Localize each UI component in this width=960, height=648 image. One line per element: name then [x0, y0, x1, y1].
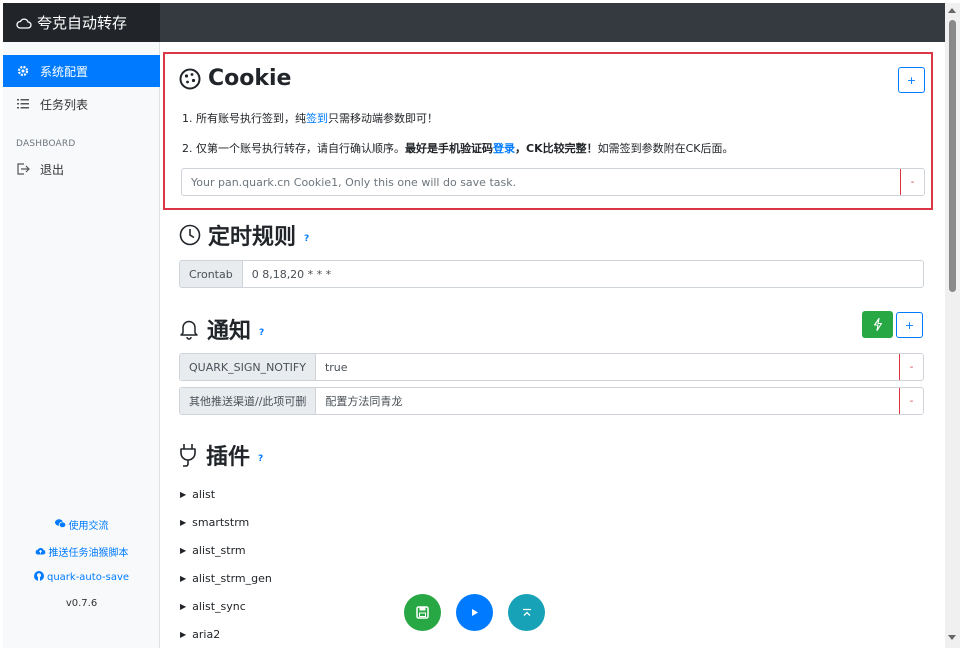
cookie-note-2-end: 如需签到参数附在CK后面。 — [597, 142, 734, 155]
notify-key: QUARK_SIGN_NOTIFY — [180, 354, 316, 380]
run-button[interactable] — [456, 594, 493, 631]
plugin-item-smartstrm[interactable]: ▶ smartstrm — [180, 516, 249, 529]
cookie-note-2-bold: 最好是手机验证码 — [405, 142, 493, 155]
schedule-title: 定时规则 ? — [179, 219, 309, 251]
caret-right-icon: ▶ — [180, 490, 187, 499]
community-link-label: 使用交流 — [68, 521, 109, 532]
github-link-label: quark-auto-save — [46, 572, 130, 583]
gear-icon — [16, 65, 30, 77]
plug-icon — [179, 443, 197, 467]
userscript-link[interactable]: 推送任务油猴脚本 — [3, 544, 160, 559]
cookie-note-1-end: 只需移动端参数即可！ — [328, 112, 438, 125]
play-icon — [470, 608, 479, 617]
wechat-icon — [54, 518, 66, 531]
sidebar-item-label: 退出 — [40, 162, 65, 177]
schedule-title-text: 定时规则 — [208, 225, 297, 250]
test-notify-button[interactable] — [862, 311, 893, 338]
cookie-section: Cookie + 1. 所有账号执行签到，纯签到只需移动端参数即可！ 2. 仅第… — [163, 52, 933, 210]
top-navbar: 夸克自动转存 — [3, 3, 945, 42]
app-title: 夸克自动转存 — [37, 14, 128, 32]
arrow-up-icon — [522, 608, 532, 618]
save-icon — [416, 606, 429, 619]
login-link[interactable]: 登录 — [493, 142, 515, 155]
sign-in-link[interactable]: 签到 — [306, 112, 328, 125]
community-link[interactable]: 使用交流 — [3, 517, 160, 532]
bell-icon — [179, 318, 199, 340]
github-icon — [33, 571, 44, 584]
add-cookie-button[interactable]: + — [898, 67, 925, 93]
scroll-down-icon[interactable] — [948, 635, 956, 640]
main-content: Cookie + 1. 所有账号执行签到，纯签到只需移动端参数即可！ 2. 仅第… — [161, 42, 945, 648]
cookie-input-group: Your pan.quark.cn Cookie1, Only this one… — [181, 168, 925, 196]
notify-value-input[interactable]: true — [316, 354, 899, 380]
app-brand[interactable]: 夸克自动转存 — [3, 3, 160, 42]
sidebar-item-label: 任务列表 — [40, 97, 89, 112]
cookie-icon — [179, 68, 201, 90]
cookie-note-2: 2. 仅第一个账号执行转存，请自行确认顺序。最好是手机验证码登录，CK比较完整！… — [182, 140, 734, 156]
notify-key: 其他推送渠道//此项可删 — [180, 388, 317, 414]
sidebar-item-tasks[interactable]: 任务列表 — [3, 88, 160, 120]
caret-right-icon: ▶ — [180, 546, 187, 555]
caret-right-icon: ▶ — [180, 602, 187, 611]
notify-title-text: 通知 — [207, 319, 252, 344]
schedule-help-link[interactable]: ? — [304, 234, 309, 244]
clock-icon — [179, 224, 201, 246]
crontab-input[interactable]: 0 8,18,20 * * * — [243, 261, 923, 287]
plugins-help-link[interactable]: ? — [258, 454, 263, 464]
userscript-link-label: 推送任务油猴脚本 — [48, 548, 129, 559]
crontab-label: Crontab — [180, 261, 243, 287]
cloud-upload-icon — [35, 546, 46, 558]
notify-help-link[interactable]: ? — [259, 328, 264, 338]
cookie-title: Cookie — [179, 66, 291, 91]
plugin-label: smartstrm — [192, 516, 250, 529]
scrollbar-thumb[interactable] — [949, 20, 956, 292]
caret-right-icon: ▶ — [180, 574, 187, 583]
notify-title: 通知 ? — [179, 313, 264, 345]
scroll-top-button[interactable] — [508, 594, 545, 631]
sidebar: 系统配置 任务列表 DASHBOARD 退出 使用交流 推送任务油猴脚本 qua… — [3, 42, 160, 648]
plugins-title: 插件 ? — [179, 439, 263, 471]
scroll-up-icon[interactable] — [948, 8, 956, 13]
remove-notify-button[interactable]: - — [899, 388, 923, 414]
remove-cookie-button[interactable]: - — [900, 169, 924, 195]
cookie-title-text: Cookie — [208, 66, 292, 91]
sidebar-item-label: 系统配置 — [40, 64, 89, 79]
plugin-item-alist-sync[interactable]: ▶ alist_sync — [180, 600, 246, 613]
plugin-label: alist_strm — [192, 544, 246, 557]
lightning-icon — [873, 318, 883, 331]
sidebar-item-logout[interactable]: 退出 — [3, 153, 160, 185]
notify-value-input[interactable]: 配置方法同青龙 — [316, 388, 899, 414]
sidebar-item-config[interactable]: 系统配置 — [3, 55, 160, 87]
plugin-label: aria2 — [192, 628, 221, 641]
cookie-note-2-text: 2. 仅第一个账号执行转存，请自行确认顺序。 — [182, 142, 405, 155]
plugin-item-alist[interactable]: ▶ alist — [180, 488, 215, 501]
plugin-item-alist-strm[interactable]: ▶ alist_strm — [180, 544, 246, 557]
add-notify-button[interactable]: + — [896, 312, 923, 338]
notify-row: 其他推送渠道//此项可删 配置方法同青龙 - — [179, 387, 924, 415]
github-link[interactable]: quark-auto-save — [3, 571, 160, 584]
cookie-note-1-text: 1. 所有账号执行签到，纯 — [182, 112, 306, 125]
caret-right-icon: ▶ — [180, 518, 187, 527]
logout-icon — [16, 163, 30, 175]
notify-row: QUARK_SIGN_NOTIFY true - — [179, 353, 924, 381]
list-icon — [16, 99, 30, 109]
save-button[interactable] — [404, 594, 441, 631]
cloud-icon — [16, 17, 32, 29]
remove-notify-button[interactable]: - — [899, 354, 923, 380]
caret-right-icon: ▶ — [180, 630, 187, 639]
scrollbar[interactable] — [945, 3, 960, 648]
crontab-input-group: Crontab 0 8,18,20 * * * — [179, 260, 924, 288]
cookie-input[interactable]: Your pan.quark.cn Cookie1, Only this one… — [182, 169, 900, 195]
plugin-item-alist-strm-gen[interactable]: ▶ alist_strm_gen — [180, 572, 272, 585]
plugin-label: alist — [192, 488, 216, 501]
cookie-note-2-bold-2: ，CK比较完整！ — [515, 142, 598, 155]
plugin-label: alist_sync — [192, 600, 246, 613]
version-label: v0.7.6 — [65, 598, 98, 609]
plugins-title-text: 插件 — [206, 445, 251, 470]
plugin-item-aria2[interactable]: ▶ aria2 — [180, 628, 220, 641]
plugin-label: alist_strm_gen — [192, 572, 272, 585]
sidebar-heading: DASHBOARD — [16, 139, 76, 149]
cookie-note-1: 1. 所有账号执行签到，纯签到只需移动端参数即可！ — [182, 110, 438, 126]
